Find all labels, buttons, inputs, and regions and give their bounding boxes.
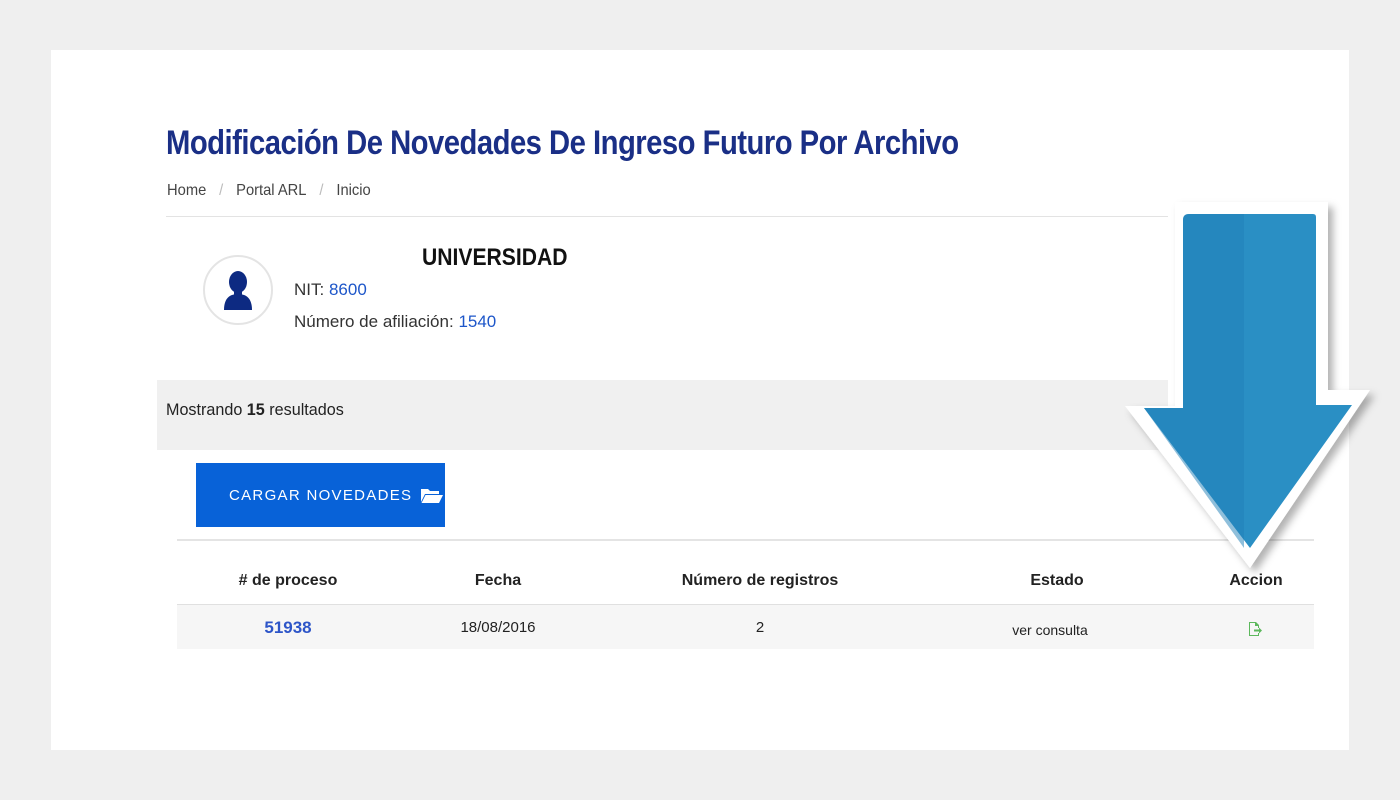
date-cell: 18/08/2016 bbox=[460, 619, 536, 636]
company-name: UNIVERSIDAD bbox=[422, 244, 568, 271]
breadcrumb: Home / Portal ARL / Inicio bbox=[167, 182, 371, 200]
page-title: Modificación De Novedades De Ingreso Fut… bbox=[166, 124, 959, 162]
cargar-novedades-button[interactable]: CARGAR NOVEDADES bbox=[196, 463, 445, 527]
divider bbox=[166, 216, 1168, 217]
export-file-icon[interactable] bbox=[1247, 621, 1263, 637]
header-action: Accion bbox=[1229, 572, 1283, 589]
results-summary: Mostrando 15 resultados bbox=[166, 400, 344, 420]
process-link[interactable]: 51938 bbox=[228, 618, 348, 638]
header-records[interactable]: Número de registros bbox=[660, 572, 860, 590]
cargar-novedades-label: CARGAR NOVEDADES bbox=[229, 486, 413, 504]
breadcrumb-separator: / bbox=[219, 182, 224, 199]
nit-value: 8600 bbox=[328, 280, 367, 299]
results-count: 15 bbox=[246, 400, 265, 419]
breadcrumb-home[interactable]: Home bbox=[167, 182, 206, 200]
results-prefix: Mostrando bbox=[166, 400, 243, 419]
breadcrumb-portal-arl[interactable]: Portal ARL bbox=[236, 182, 306, 200]
breadcrumb-inicio[interactable]: Inicio bbox=[336, 182, 370, 200]
records-cell: 2 bbox=[755, 619, 765, 636]
status-cell: ver consulta bbox=[1012, 622, 1088, 638]
folder-open-icon bbox=[420, 486, 444, 504]
breadcrumb-separator: / bbox=[319, 182, 324, 199]
affiliation-value: 1540 bbox=[458, 312, 497, 331]
table-divider bbox=[177, 539, 1314, 541]
header-process[interactable]: # de proceso bbox=[228, 572, 348, 590]
nit-label: NIT: bbox=[294, 280, 325, 299]
nit-line: NIT: 8600 bbox=[294, 280, 367, 300]
header-date[interactable]: Fecha bbox=[448, 572, 548, 590]
affiliation-label: Número de afiliación: bbox=[294, 312, 454, 331]
user-icon bbox=[224, 271, 252, 310]
affiliation-line: Número de afiliación: 1540 bbox=[294, 312, 496, 332]
avatar bbox=[203, 255, 273, 325]
header-status[interactable]: Estado bbox=[1007, 572, 1107, 590]
results-suffix: resultados bbox=[269, 400, 344, 419]
results-bar: Mostrando 15 resultados bbox=[157, 380, 1168, 450]
